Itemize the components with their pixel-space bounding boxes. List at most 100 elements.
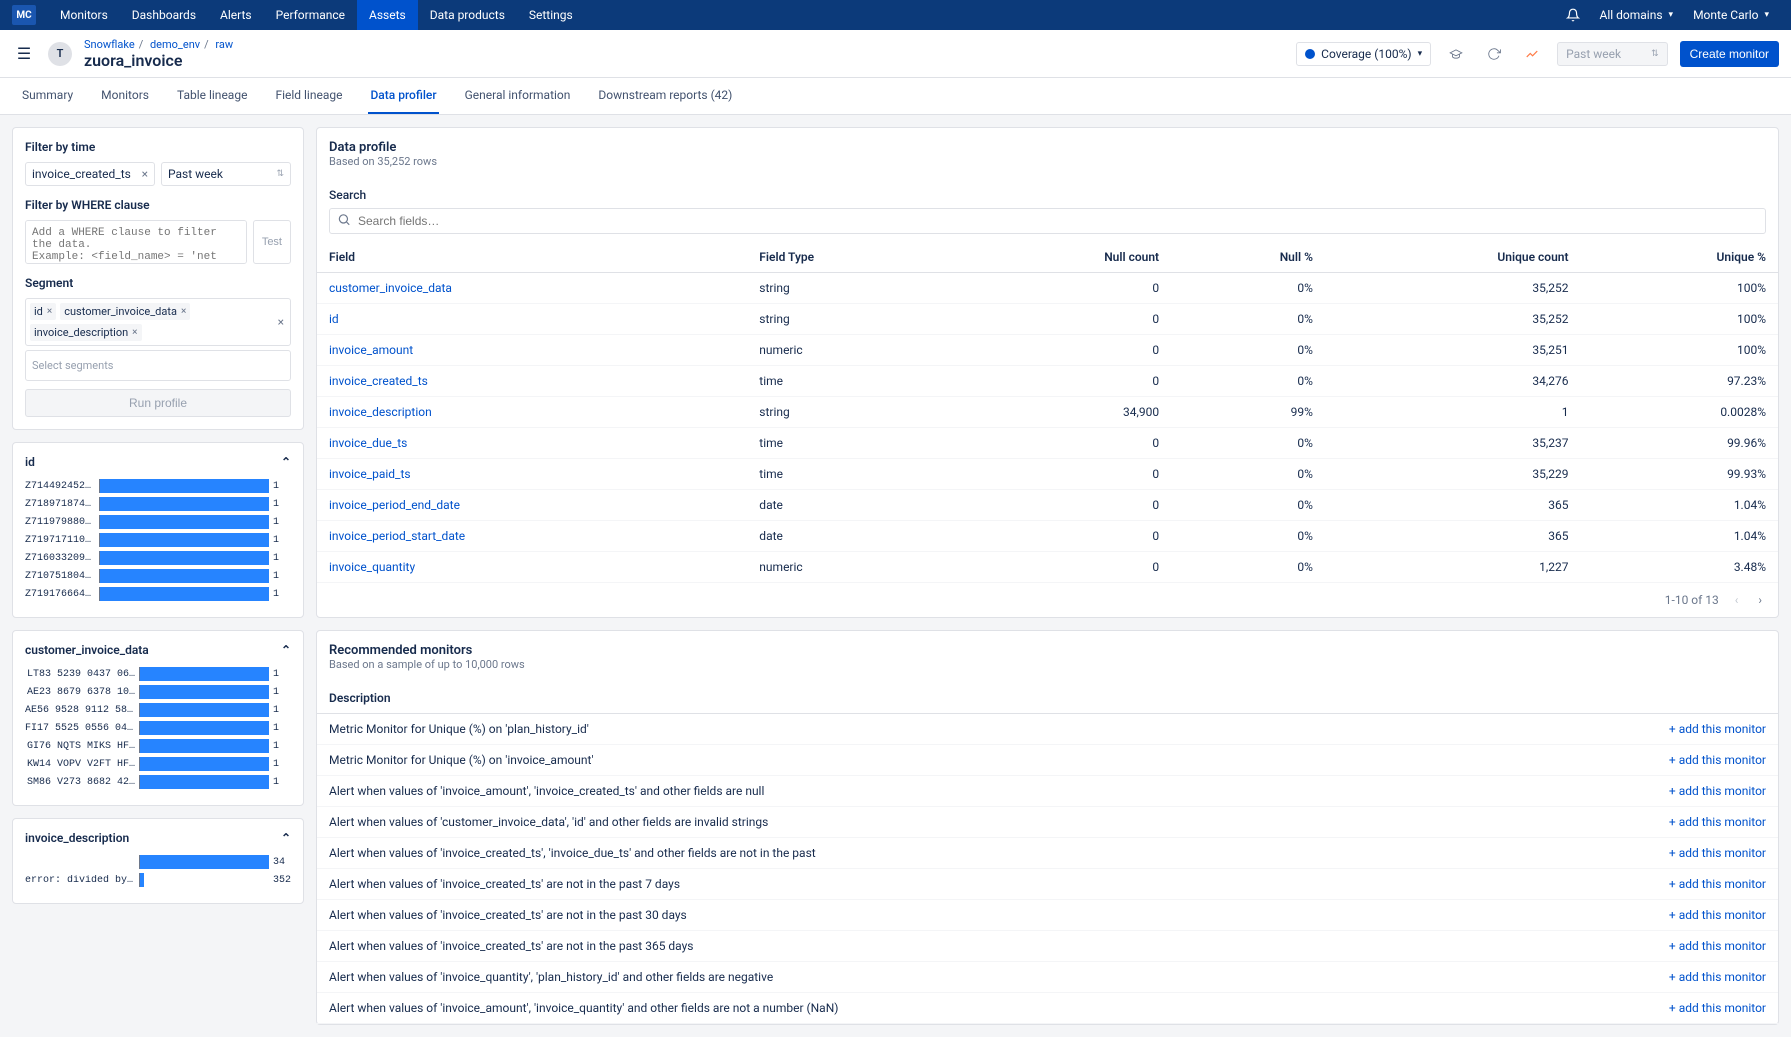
tab-monitors[interactable]: Monitors <box>99 78 151 114</box>
column-header[interactable]: Field Type <box>747 242 959 273</box>
tab-table-lineage[interactable]: Table lineage <box>175 78 249 114</box>
column-header[interactable]: Null count <box>959 242 1171 273</box>
breadcrumb: Snowflake/ demo_env/ raw <box>84 38 1284 51</box>
notifications-icon[interactable] <box>1556 8 1590 22</box>
field-link[interactable]: invoice_amount <box>329 343 413 357</box>
tab-field-lineage[interactable]: Field lineage <box>273 78 344 114</box>
rec-desc-header: Description <box>317 683 1508 714</box>
null-count: 0 <box>959 490 1171 521</box>
histogram-label: Z71075180488 <box>25 571 95 582</box>
domains-dropdown[interactable]: All domains▾ <box>1590 8 1684 22</box>
chip-remove-icon[interactable]: × <box>47 306 52 317</box>
add-monitor-link[interactable]: + add this monitor <box>1508 838 1778 869</box>
histogram-row: 34 <box>25 855 291 869</box>
field-link[interactable]: invoice_period_end_date <box>329 498 460 512</box>
add-monitor-link[interactable]: + add this monitor <box>1508 931 1778 962</box>
histogram-bar <box>140 703 269 717</box>
tab-summary[interactable]: Summary <box>20 78 75 114</box>
chip-remove-icon[interactable]: × <box>132 327 137 338</box>
time-field-select[interactable]: invoice_created_ts× <box>25 162 155 186</box>
clear-segments-icon[interactable]: × <box>278 315 284 329</box>
null-pct: 0% <box>1171 366 1325 397</box>
histogram-header[interactable]: id⌃ <box>25 455 291 469</box>
histogram-value: 1 <box>273 589 291 600</box>
rec-description: Alert when values of 'invoice_created_ts… <box>317 900 1508 931</box>
segment-placeholder-box[interactable]: Select segments <box>25 350 291 381</box>
histogram-row: LT83 5239 0437 06… 1 <box>25 667 291 681</box>
pager-prev[interactable]: ‹ <box>1731 593 1743 607</box>
field-link[interactable]: id <box>329 312 339 326</box>
histogram-bar <box>100 515 269 529</box>
tab-downstream-reports-42-[interactable]: Downstream reports (42) <box>596 78 734 114</box>
chip-remove-icon[interactable]: × <box>181 306 186 317</box>
segment-chip[interactable]: customer_invoice_data × <box>60 303 190 320</box>
column-header[interactable]: Field <box>317 242 747 273</box>
segment-chip[interactable]: invoice_description × <box>30 324 142 341</box>
add-monitor-link[interactable]: + add this monitor <box>1508 776 1778 807</box>
where-clause-input[interactable] <box>25 220 247 264</box>
nav-settings[interactable]: Settings <box>517 0 585 30</box>
histogram-header[interactable]: invoice_description⌃ <box>25 831 291 845</box>
breadcrumb-link[interactable]: demo_env <box>150 38 200 51</box>
unique-pct: 100% <box>1581 304 1778 335</box>
column-header[interactable]: Null % <box>1171 242 1325 273</box>
segment-chip[interactable]: id × <box>30 303 56 320</box>
unique-count: 35,251 <box>1325 335 1581 366</box>
add-monitor-link[interactable]: + add this monitor <box>1508 962 1778 993</box>
nav-assets[interactable]: Assets <box>357 0 418 30</box>
add-monitor-link[interactable]: + add this monitor <box>1508 745 1778 776</box>
chevron-down-icon: ▾ <box>1764 10 1769 20</box>
test-button[interactable]: Test <box>253 220 291 264</box>
add-monitor-link[interactable]: + add this monitor <box>1508 900 1778 931</box>
add-monitor-link[interactable]: + add this monitor <box>1508 714 1778 745</box>
nav-data-products[interactable]: Data products <box>418 0 517 30</box>
histogram-label: AE23 8679 6378 10… <box>25 687 135 698</box>
data-profile-title: Data profile <box>329 140 1766 155</box>
tab-data-profiler[interactable]: Data profiler <box>368 78 438 114</box>
segment-select[interactable]: id ×customer_invoice_data × invoice_descr… <box>25 298 291 346</box>
field-link[interactable]: invoice_paid_ts <box>329 467 411 481</box>
recommended-subtitle: Based on a sample of up to 10,000 rows <box>329 658 1766 671</box>
nav-performance[interactable]: Performance <box>264 0 357 30</box>
search-input[interactable] <box>329 208 1766 234</box>
add-monitor-link[interactable]: + add this monitor <box>1508 993 1778 1024</box>
histogram-row: Z71897187485 1 <box>25 497 291 511</box>
hamburger-menu[interactable]: ☰ <box>12 42 36 66</box>
pager-next[interactable]: › <box>1754 593 1766 607</box>
nav-dashboards[interactable]: Dashboards <box>120 0 208 30</box>
create-monitor-button[interactable]: Create monitor <box>1680 41 1779 67</box>
time-range-select[interactable]: Past week ⇅ <box>161 162 291 186</box>
close-icon[interactable]: × <box>142 167 148 181</box>
histogram-bar <box>140 685 269 699</box>
avatar[interactable]: T <box>48 42 72 66</box>
field-link[interactable]: invoice_description <box>329 405 432 419</box>
breadcrumb-link[interactable]: Snowflake <box>84 38 135 51</box>
field-link[interactable]: customer_invoice_data <box>329 281 452 295</box>
field-link[interactable]: invoice_period_start_date <box>329 529 465 543</box>
coverage-dropdown[interactable]: Coverage (100%) ▾ <box>1296 42 1431 66</box>
user-menu[interactable]: Monte Carlo▾ <box>1683 8 1779 22</box>
add-monitor-link[interactable]: + add this monitor <box>1508 807 1778 838</box>
nav-monitors[interactable]: Monitors <box>48 0 120 30</box>
histogram-header[interactable]: customer_invoice_data⌃ <box>25 643 291 657</box>
nav-alerts[interactable]: Alerts <box>208 0 264 30</box>
column-header[interactable]: Unique count <box>1325 242 1581 273</box>
trend-icon[interactable] <box>1519 41 1545 67</box>
run-profile-button[interactable]: Run profile <box>25 389 291 417</box>
recommended-row: Alert when values of 'invoice_created_ts… <box>317 838 1778 869</box>
tab-general-information[interactable]: General information <box>463 78 573 114</box>
field-link[interactable]: invoice_due_ts <box>329 436 407 450</box>
histogram-bar <box>140 873 144 887</box>
logo[interactable]: MC <box>12 5 36 25</box>
column-header[interactable]: Unique % <box>1581 242 1778 273</box>
add-monitor-link[interactable]: + add this monitor <box>1508 869 1778 900</box>
field-link[interactable]: invoice_quantity <box>329 560 415 574</box>
education-icon[interactable] <box>1443 41 1469 67</box>
time-range-select[interactable]: Past week ⇅ <box>1557 42 1668 66</box>
breadcrumb-link[interactable]: raw <box>215 38 233 51</box>
table-row: invoice_period_end_date date 0 0% 365 1.… <box>317 490 1778 521</box>
unique-count: 1,227 <box>1325 552 1581 583</box>
refresh-icon[interactable] <box>1481 41 1507 67</box>
field-link[interactable]: invoice_created_ts <box>329 374 428 388</box>
null-count: 0 <box>959 335 1171 366</box>
